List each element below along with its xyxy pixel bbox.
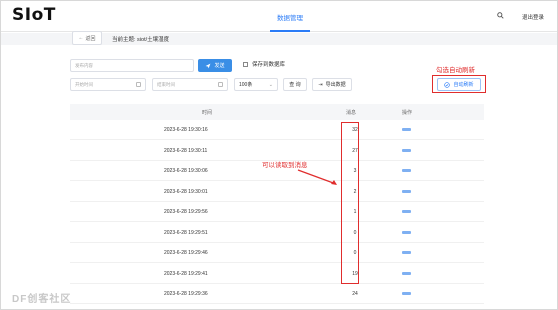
cell-time: 2023-6-28 19:29:41 [164, 270, 208, 277]
table-row: 2023-6-28 19:29:36 24 [70, 284, 484, 304]
detail-link[interactable] [402, 230, 411, 234]
send-icon [206, 63, 211, 68]
cell-time: 2023-6-28 19:30:01 [164, 188, 208, 195]
detail-link[interactable] [402, 271, 411, 275]
checkbox-box[interactable] [243, 61, 248, 67]
search-icon[interactable] [497, 12, 504, 19]
content-input[interactable]: 发布内容 [70, 59, 194, 72]
query-button-label: 查 询 [289, 82, 301, 88]
top-navigation-bar: SIoT 数据管理 退出登录 [0, 0, 558, 32]
cell-time: 2023-6-28 19:29:36 [164, 291, 208, 297]
message-table: 时间 消息 操作 2023-6-28 19:30:16 32 2023-6-28 1… [70, 104, 484, 310]
header-time: 时间 [202, 110, 213, 116]
content-input-placeholder: 发布内容 [75, 62, 93, 68]
query-button[interactable]: 查 询 [283, 78, 307, 91]
table-row: 2023-6-28 19:29:56 1 [70, 202, 484, 222]
logout-link[interactable]: 退出登录 [522, 13, 544, 21]
detail-link[interactable] [402, 128, 411, 131]
cell-time: 2023-6-28 19:30:06 [164, 168, 208, 174]
cell-time: 2023-6-28 19:30:16 [164, 127, 208, 133]
header-message: 消息 [346, 110, 357, 116]
table-row: 2023-6-28 19:29:46 0 [70, 243, 484, 263]
end-time-placeholder: 结束时间 [157, 81, 175, 87]
start-time-placeholder: 开始时间 [75, 81, 93, 87]
count-select-value: 100条 [239, 82, 253, 88]
cell-time: 2023-6-28 19:29:51 [164, 229, 208, 236]
header-operation: 操作 [402, 110, 413, 116]
watermark: DF创客社区 [12, 294, 72, 305]
save-to-db-label: 保存到数据库 [252, 62, 286, 68]
table-row: 2023-6-28 19:30:16 32 [70, 120, 484, 140]
export-icon: ⇥ [318, 81, 323, 88]
current-topic: 当前主题: siot/土壤湿度 [112, 37, 170, 43]
back-button[interactable]: ← 返回 [72, 31, 102, 45]
send-button-label: 发送 [214, 63, 225, 69]
back-button-label: 返回 [85, 35, 96, 42]
detail-link[interactable] [402, 292, 411, 295]
detail-link[interactable] [402, 251, 411, 254]
end-time-input[interactable]: 结束时间 [152, 78, 228, 91]
start-time-input[interactable]: 开始时间 [70, 78, 146, 91]
highlight-box-auto-refresh [432, 75, 486, 93]
save-to-db-checkbox[interactable]: 保存到数据库 [243, 60, 285, 68]
table-row: 2023-6-28 19:29:51 0 [70, 223, 484, 243]
tab-data-management[interactable]: 数据管理 [270, 0, 310, 32]
annotation-auto-refresh: 勾选自动刷新 [436, 67, 475, 74]
detail-link[interactable] [402, 169, 411, 172]
detail-link[interactable] [402, 189, 411, 193]
export-button-label: 导出数据 [325, 82, 346, 88]
export-button[interactable]: ⇥ 导出数据 [312, 78, 352, 91]
highlight-box-messages [341, 122, 359, 284]
count-select[interactable]: 100条 ⌄ [234, 78, 278, 91]
arrow-left-icon: ← [78, 35, 84, 41]
table-row: 2023-6-28 19:30:01 2 [70, 182, 484, 202]
calendar-icon [136, 82, 141, 87]
send-button[interactable]: 发送 [198, 59, 232, 72]
table-row: 2023-6-28 19:30:11 27 [70, 141, 484, 161]
table-row: 2023-6-28 19:29:41 19 [70, 264, 484, 284]
cell-time: 2023-6-28 19:29:56 [164, 209, 208, 215]
detail-link[interactable] [402, 210, 411, 213]
siot-logo: SIoT [12, 5, 56, 25]
chevron-down-icon: ⌄ [268, 82, 273, 88]
calendar-icon [218, 82, 223, 87]
table-header: 时间 消息 操作 [70, 104, 484, 120]
annotation-arrow [297, 169, 337, 185]
cell-time: 2023-6-28 19:29:46 [164, 250, 208, 256]
cell-message: 24 [352, 291, 358, 297]
detail-link[interactable] [402, 148, 411, 152]
cell-time: 2023-6-28 19:30:11 [164, 147, 208, 154]
